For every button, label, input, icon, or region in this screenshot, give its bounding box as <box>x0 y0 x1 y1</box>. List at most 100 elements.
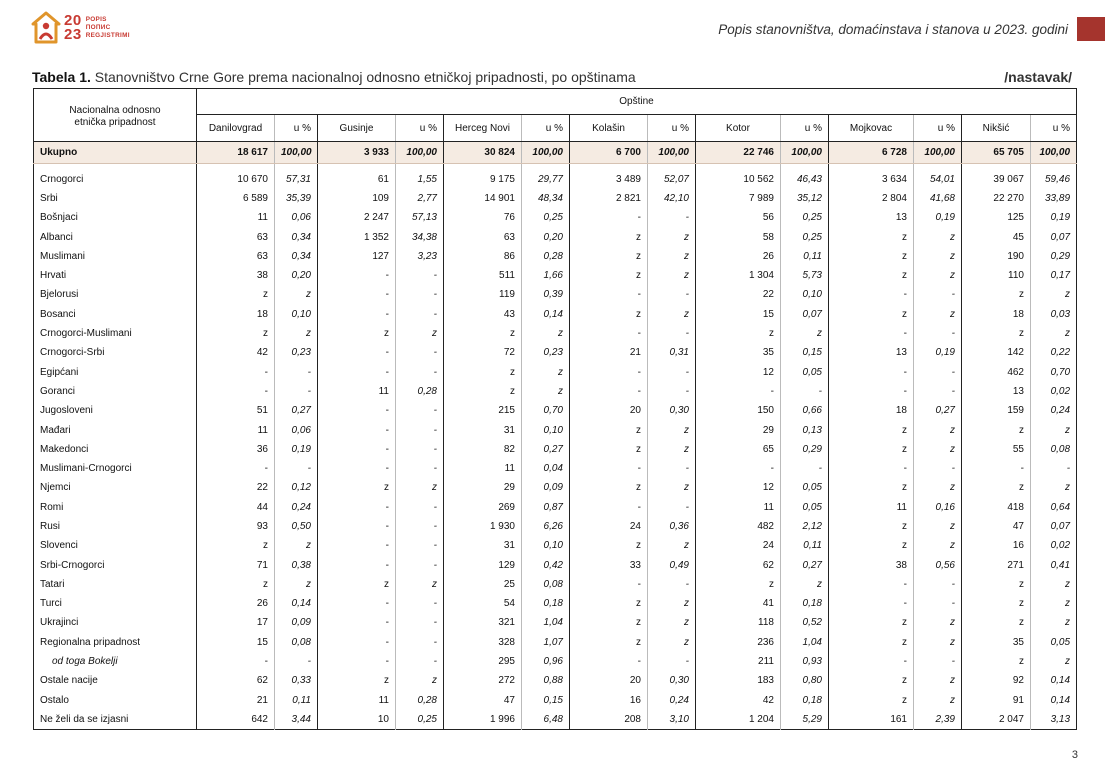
percent-cell: 0,42 <box>521 555 570 575</box>
count-cell: 36 <box>196 439 275 459</box>
table-row: Njemci 22 0,12 z z 29 0,09 z z 12 0,05 z z z z <box>33 478 1077 498</box>
count-cell: - <box>569 323 648 344</box>
count-cell: z <box>961 574 1031 595</box>
percent-cell: 0,09 <box>521 478 570 498</box>
count-cell: 76 <box>443 208 522 228</box>
percent-cell: 0,33 <box>274 671 318 691</box>
count-cell: z <box>569 304 648 324</box>
percent-cell: z <box>913 265 962 286</box>
percent-cell: 0,27 <box>274 401 318 421</box>
count-cell: 11 <box>317 690 396 710</box>
count-cell: 2 821 <box>569 188 648 209</box>
count-cell: 183 <box>695 671 781 691</box>
percent-cell: - <box>395 497 444 517</box>
count-cell: z <box>695 574 781 595</box>
count-cell: - <box>317 594 396 614</box>
count-cell: 65 <box>695 439 781 459</box>
count-cell: z <box>569 536 648 556</box>
percent-cell: 0,02 <box>1050 540 1071 552</box>
percent-cell: 33,89 <box>1045 192 1071 204</box>
percent-cell: 0,14 <box>521 304 570 324</box>
table-row: Regionalna pripadnost 15 0,08- -328 1,07 z z 23… <box>33 632 1077 652</box>
percent-cell: 59,46 <box>1045 173 1071 185</box>
count-cell: 1 204 <box>695 709 781 730</box>
count-cell: 18 617 <box>196 141 275 164</box>
count-cell: 62 <box>196 671 275 691</box>
house-people-logo-icon <box>31 11 61 44</box>
document-header-title: Popis stanovništva, domaćinstava i stano… <box>718 22 1068 37</box>
percent-cell: z <box>913 516 962 537</box>
percent-cell: 0,20 <box>521 227 570 247</box>
count-cell: - <box>828 381 914 402</box>
count-cell: 2 804 <box>828 188 914 209</box>
percent-cell: 0,05 <box>780 478 829 498</box>
percent-cell: - <box>395 651 444 672</box>
count-cell: - <box>317 632 396 652</box>
table-row: Mađari 11 0,06- -31 0,10 z z 29 0,13 z z z z <box>33 420 1077 440</box>
count-cell: 31 <box>443 536 522 556</box>
count-cell: z <box>569 613 648 633</box>
count-cell: z <box>569 227 648 247</box>
count-cell: 1 930 <box>443 516 522 537</box>
percent-cell: 0,66 <box>780 401 829 421</box>
row-label: Hrvati <box>33 265 197 286</box>
count-cell: 10 562 <box>695 169 781 189</box>
row-label: Regionalna pripadnost <box>33 632 197 652</box>
count-cell: 13 <box>828 343 914 363</box>
count-cell: 12 <box>695 362 781 382</box>
count-cell: 41 <box>695 594 781 614</box>
count-cell: - <box>828 574 914 595</box>
count-cell: 72 <box>443 343 522 363</box>
count-cell: z <box>828 536 914 556</box>
percent-cell: 0,14 <box>1050 675 1071 687</box>
table-row: Albanci 63 0,34 1 352 34,38 63 0,20 z z 58 0,25 z z 4… <box>33 227 1077 247</box>
count-cell: z <box>828 478 914 498</box>
count-cell: 215 <box>443 401 522 421</box>
count-cell: 82 <box>443 439 522 459</box>
table-row: Muslimani-Crnogorci - - - -11 0,04- - - - - - - - <box>33 458 1077 479</box>
percent-cell: - <box>395 420 444 440</box>
column-header-municipality: Herceg Novi <box>443 114 522 142</box>
percent-cell: z <box>274 574 318 595</box>
count-cell: 51 <box>196 401 275 421</box>
count-cell: 462 <box>961 362 1031 382</box>
count-cell: 47 <box>961 516 1031 537</box>
percent-cell: - <box>647 285 696 305</box>
continued-marker: /nastavak/ <box>1004 69 1072 85</box>
percent-cell: z <box>647 478 696 498</box>
table-row: Egipćani - - - - z z - -12 0,05- -462 0,70 <box>33 362 1077 382</box>
count-cell: - <box>569 651 648 672</box>
count-cell: 21 <box>196 690 275 710</box>
row-label: Ukrajinci <box>33 613 197 633</box>
count-cell: 14 901 <box>443 188 522 209</box>
percent-cell: 2,39 <box>913 709 962 730</box>
percent-cell: - <box>395 613 444 633</box>
percent-cell: 1,66 <box>521 265 570 286</box>
count-cell: 11 <box>317 381 396 402</box>
percent-cell: 0,70 <box>1050 366 1071 378</box>
count-cell: - <box>317 458 396 479</box>
percent-cell: 0,34 <box>274 246 318 266</box>
count-cell: - <box>196 458 275 479</box>
column-header-municipality: Nikšić <box>961 114 1031 142</box>
count-cell: z <box>443 362 522 382</box>
count-cell: 109 <box>317 188 396 209</box>
percent-cell: 0,88 <box>521 671 570 691</box>
table-row: Ne želi da se izjasni 642 3,44 10 0,25 1 996 6… <box>33 709 1077 730</box>
count-cell: 6 700 <box>569 141 648 164</box>
count-cell: - <box>569 285 648 305</box>
column-header-percent: u % <box>780 114 829 142</box>
count-cell: 44 <box>196 497 275 517</box>
count-cell: z <box>961 420 1031 440</box>
percent-cell: - <box>274 362 318 382</box>
column-header-municipality: Mojkovac <box>828 114 914 142</box>
count-cell: 43 <box>443 304 522 324</box>
count-cell: 119 <box>443 285 522 305</box>
percent-cell: 0,31 <box>647 343 696 363</box>
count-cell: - <box>317 497 396 517</box>
percent-cell: z <box>521 323 570 344</box>
percent-cell: - <box>913 323 962 344</box>
count-cell: 9 175 <box>443 169 522 189</box>
percent-cell: - <box>395 362 444 382</box>
percent-cell: 0,30 <box>647 671 696 691</box>
